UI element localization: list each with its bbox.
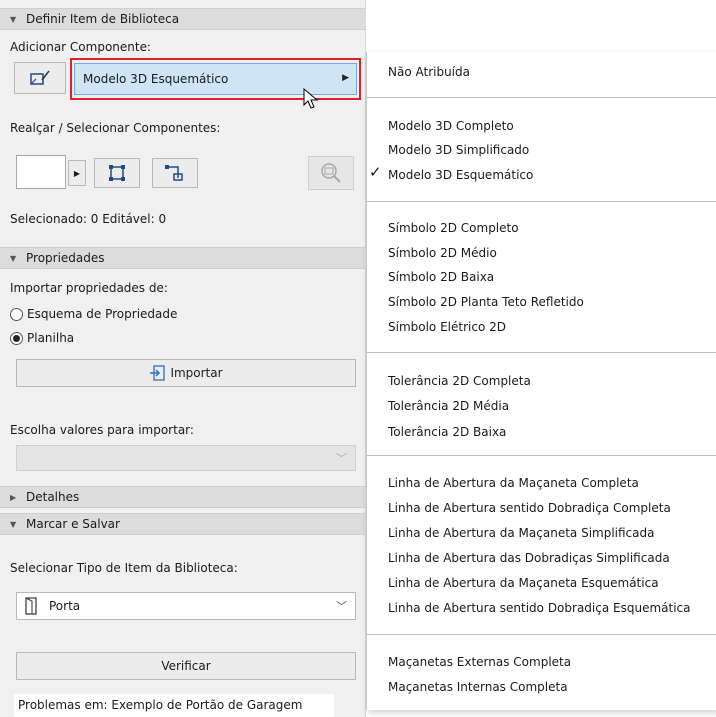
select-type-label: Selecionar Tipo de Item da Biblioteca:	[10, 561, 238, 575]
menu-item-hinge-swing-simplified[interactable]: Linha de Abertura das Dobradiças Simplif…	[388, 551, 670, 565]
collapse-triangle-icon: ▼	[10, 14, 17, 24]
select-box-button[interactable]	[94, 158, 140, 188]
section-define-library-item[interactable]: ▼ Definir Item de Biblioteca	[0, 8, 366, 30]
menu-item-handle-swing-full[interactable]: Linha de Abertura da Maçaneta Completa	[388, 476, 639, 490]
section-title: Propriedades	[26, 251, 105, 265]
door-icon	[25, 597, 37, 615]
import-button[interactable]: Importar	[16, 359, 356, 387]
menu-separator	[367, 97, 716, 98]
radio-property-schema[interactable]: Esquema de Propriedade	[10, 307, 177, 321]
verify-button[interactable]: Verificar	[16, 652, 356, 680]
component-tool-button[interactable]	[14, 62, 66, 94]
import-from-label: Importar propriedades de:	[10, 281, 168, 295]
menu-item-3d-full[interactable]: Modelo 3D Completo	[388, 119, 514, 133]
menu-item-hinge-swing-full[interactable]: Linha de Abertura sentido Dobradiça Comp…	[388, 501, 671, 515]
menu-item-2d-reflected-ceiling[interactable]: Símbolo 2D Planta Teto Refletido	[388, 295, 584, 309]
verify-button-label: Verificar	[161, 659, 211, 673]
zoom-magnifier-icon	[321, 163, 341, 183]
submenu-arrow-icon: ▶	[342, 73, 349, 83]
radio-circle	[10, 331, 23, 345]
library-item-panel: ▼ Definir Item de Biblioteca Adicionar C…	[0, 0, 366, 717]
problems-text: Problemas em: Exemplo de Portão de Garag…	[18, 698, 303, 712]
radio-circle	[10, 307, 23, 321]
chevron-down-icon: ﹀	[336, 452, 347, 465]
import-icon	[150, 365, 166, 381]
component-popup-menu: Não Atribuída Modelo 3D Completo Modelo …	[366, 52, 716, 710]
menu-item-2d-low[interactable]: Símbolo 2D Baixa	[388, 270, 494, 284]
menu-item-tolerance-full[interactable]: Tolerância 2D Completa	[388, 374, 531, 388]
menu-item-external-handles[interactable]: Maçanetas Externas Completa	[388, 655, 571, 669]
menu-item-3d-simplified[interactable]: Modelo 3D Simplificado	[388, 143, 529, 157]
menu-item-handle-swing-simplified[interactable]: Linha de Abertura da Maçaneta Simplifica…	[388, 526, 654, 540]
checkmark-icon: ✓	[369, 163, 382, 181]
zoom-button[interactable]	[308, 156, 354, 190]
selected-count: Selecionado: 0 Editável: 0	[10, 212, 167, 226]
section-details[interactable]: ▶ Detalhes	[0, 486, 366, 508]
right-arrow-icon: ▶	[73, 168, 81, 178]
choose-values-label: Escolha valores para importar:	[10, 423, 194, 437]
collapse-triangle-icon: ▼	[10, 253, 17, 263]
item-type-value: Porta	[49, 599, 81, 613]
values-dropdown[interactable]: ﹀	[16, 445, 356, 471]
mouse-cursor-icon	[303, 88, 319, 109]
import-button-label: Importar	[170, 366, 223, 380]
problems-box: Problemas em: Exemplo de Portão de Garag…	[14, 694, 334, 717]
menu-item-tolerance-low[interactable]: Tolerância 2D Baixa	[388, 425, 506, 439]
radio-spreadsheet[interactable]: Planilha	[10, 331, 74, 345]
menu-item-internal-handles[interactable]: Maçanetas Internas Completa	[388, 680, 568, 694]
menu-item-2d-medium[interactable]: Símbolo 2D Médio	[388, 246, 497, 260]
component-dropdown-value: Modelo 3D Esquemático	[83, 72, 229, 86]
section-title: Detalhes	[26, 490, 80, 504]
menu-item-tolerance-medium[interactable]: Tolerância 2D Média	[388, 399, 509, 413]
collapse-triangle-icon: ▼	[10, 519, 17, 529]
menu-item-hinge-swing-schematic[interactable]: Linha de Abertura sentido Dobradiça Esqu…	[388, 601, 716, 615]
menu-item-handle-swing-schematic[interactable]: Linha de Abertura da Maçaneta Esquemátic…	[388, 576, 659, 590]
chevron-down-icon: ﹀	[336, 600, 347, 613]
menu-separator	[367, 352, 716, 353]
expand-triangle-icon: ▶	[10, 492, 17, 502]
select-corner-icon	[165, 165, 183, 181]
menu-item-2d-full[interactable]: Símbolo 2D Completo	[388, 221, 519, 235]
section-properties[interactable]: ▼ Propriedades	[0, 247, 366, 269]
section-title: Marcar e Salvar	[26, 517, 120, 531]
item-type-dropdown[interactable]: Porta ﹀	[16, 592, 356, 620]
menu-separator	[367, 455, 716, 456]
menu-separator	[367, 201, 716, 202]
menu-separator	[367, 634, 716, 635]
select-corner-button[interactable]	[152, 158, 198, 188]
highlight-select-label: Realçar / Selecionar Componentes:	[10, 121, 221, 135]
menu-item-3d-schematic[interactable]: Modelo 3D Esquemático	[388, 168, 533, 182]
radio-label: Esquema de Propriedade	[27, 307, 178, 321]
section-mark-save[interactable]: ▼ Marcar e Salvar	[0, 513, 366, 535]
radio-label: Planilha	[27, 331, 75, 345]
select-box-icon	[109, 165, 125, 181]
menu-item-2d-electrical[interactable]: Símbolo Elétrico 2D	[388, 320, 506, 334]
section-title: Definir Item de Biblioteca	[26, 12, 180, 26]
component-color-swatch[interactable]	[16, 155, 66, 189]
add-component-label: Adicionar Componente:	[10, 40, 152, 54]
component-edit-icon	[30, 70, 50, 85]
menu-item-unassigned[interactable]: Não Atribuída	[388, 65, 470, 79]
swatch-arrow-button[interactable]: ▶	[68, 160, 86, 186]
